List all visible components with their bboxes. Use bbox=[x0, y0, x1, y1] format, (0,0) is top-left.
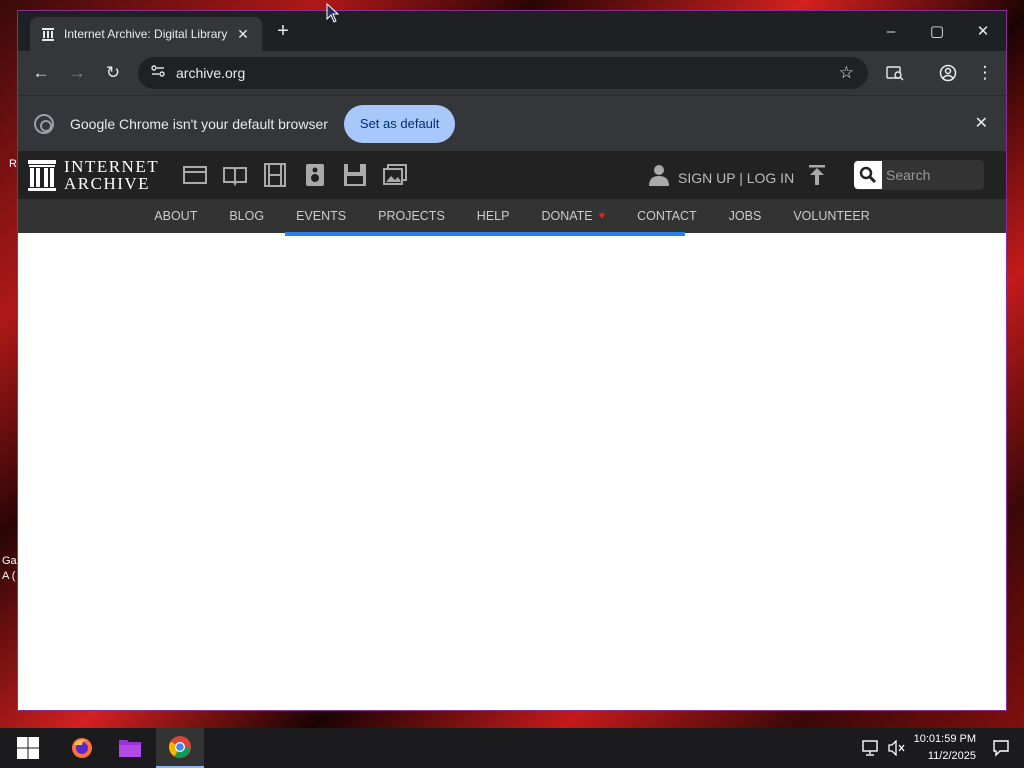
taskbar-clock[interactable]: 10:01:59 PM 11/2/2025 bbox=[906, 731, 976, 765]
ia-header: INTERNET ARCHIVE SIGN UP | LOG IN bbox=[18, 151, 1006, 199]
firefox-icon[interactable] bbox=[58, 728, 106, 768]
web-icon[interactable] bbox=[182, 162, 208, 188]
infobar-close-icon[interactable]: ✕ bbox=[975, 113, 988, 133]
clock-time: 10:01:59 PM bbox=[913, 733, 976, 745]
desktop-label-r: R bbox=[9, 158, 17, 170]
nav-projects[interactable]: PROJECTS bbox=[378, 209, 445, 223]
nav-donate-link[interactable]: DONATE ♥ bbox=[541, 209, 605, 223]
signup-login-link[interactable]: SIGN UP | LOG IN bbox=[678, 170, 794, 186]
site-info-icon[interactable] bbox=[150, 63, 166, 84]
ia-nav-bar: ABOUT BLOG EVENTS PROJECTS HELP DONATE ♥ … bbox=[18, 199, 1006, 236]
desktop-label-ga: Ga bbox=[2, 555, 17, 567]
page-content bbox=[18, 233, 1006, 710]
tab-title: Internet Archive: Digital Library bbox=[64, 27, 228, 41]
minimize-button[interactable]: – bbox=[868, 11, 914, 51]
tab-close-icon[interactable]: ✕ bbox=[234, 26, 252, 43]
search-icon[interactable] bbox=[854, 161, 882, 189]
volume-muted-icon[interactable] bbox=[886, 728, 908, 768]
lens-search-icon[interactable] bbox=[883, 61, 907, 85]
nav-donate: DONATE bbox=[541, 209, 593, 223]
notification-icon[interactable] bbox=[990, 728, 1012, 768]
nav-help[interactable]: HELP bbox=[477, 209, 510, 223]
chrome-taskbar-icon[interactable] bbox=[156, 728, 204, 768]
upload-icon[interactable] bbox=[806, 164, 828, 186]
software-icon[interactable] bbox=[342, 162, 368, 188]
audio-icon[interactable] bbox=[302, 162, 328, 188]
reload-button[interactable]: ↻ bbox=[101, 61, 125, 85]
tab-internet-archive[interactable]: Internet Archive: Digital Library ✕ bbox=[30, 17, 262, 51]
start-button[interactable] bbox=[4, 728, 52, 768]
clock-date: 11/2/2025 bbox=[927, 750, 976, 762]
ia-logo[interactable]: INTERNET ARCHIVE bbox=[28, 158, 159, 192]
mouse-cursor-icon bbox=[326, 2, 340, 28]
wordmark-line1: INTERNET bbox=[64, 157, 160, 176]
back-button[interactable]: ← bbox=[29, 61, 53, 85]
set-as-default-button[interactable]: Set as default bbox=[343, 104, 456, 143]
forward-button[interactable]: → bbox=[65, 61, 89, 85]
nav-jobs[interactable]: JOBS bbox=[729, 209, 762, 223]
profile-icon[interactable] bbox=[936, 61, 960, 85]
file-explorer-icon[interactable] bbox=[106, 728, 154, 768]
tab-strip: Internet Archive: Digital Library ✕ + – … bbox=[18, 11, 1006, 51]
menu-kebab-icon[interactable]: ⋮ bbox=[973, 61, 997, 85]
texts-icon[interactable] bbox=[222, 162, 248, 188]
nav-volunteer[interactable]: VOLUNTEER bbox=[793, 209, 869, 223]
nav-events[interactable]: EVENTS bbox=[296, 209, 346, 223]
ia-wordmark: INTERNET ARCHIVE bbox=[64, 158, 159, 192]
browser-toolbar: ← → ↻ archive.org ☆ ⋮ bbox=[18, 51, 1006, 95]
chrome-logo-icon bbox=[34, 113, 54, 134]
ia-account[interactable]: SIGN UP | LOG IN bbox=[648, 163, 794, 192]
user-icon bbox=[648, 163, 670, 192]
url-text: archive.org bbox=[176, 65, 246, 81]
windows-taskbar: 10:01:59 PM 11/2/2025 bbox=[0, 728, 1024, 768]
bookmark-star-icon[interactable]: ☆ bbox=[839, 63, 854, 83]
archive-temple-icon bbox=[28, 160, 56, 191]
archive-favicon-icon bbox=[40, 26, 56, 42]
wordmark-line2: ARCHIVE bbox=[64, 174, 151, 193]
nav-about[interactable]: ABOUT bbox=[154, 209, 197, 223]
heart-icon: ♥ bbox=[598, 210, 606, 222]
loading-progress-bar bbox=[285, 232, 685, 236]
desktop-label-a: A ( bbox=[2, 570, 16, 582]
address-bar[interactable]: archive.org ☆ bbox=[138, 57, 868, 89]
default-browser-infobar: Google Chrome isn't your default browser… bbox=[18, 95, 1006, 151]
maximize-button[interactable]: ▢ bbox=[914, 11, 960, 51]
network-icon[interactable] bbox=[860, 728, 882, 768]
nav-contact[interactable]: CONTACT bbox=[637, 209, 697, 223]
video-icon[interactable] bbox=[262, 162, 288, 188]
ia-search-box bbox=[854, 160, 984, 190]
search-input[interactable] bbox=[882, 167, 972, 183]
images-icon[interactable] bbox=[382, 162, 408, 188]
nav-blog[interactable]: BLOG bbox=[229, 209, 264, 223]
chrome-window: Internet Archive: Digital Library ✕ + – … bbox=[17, 10, 1007, 711]
infobar-message: Google Chrome isn't your default browser bbox=[70, 115, 328, 132]
new-tab-button[interactable]: + bbox=[272, 21, 294, 41]
close-window-button[interactable]: ✕ bbox=[960, 11, 1006, 51]
